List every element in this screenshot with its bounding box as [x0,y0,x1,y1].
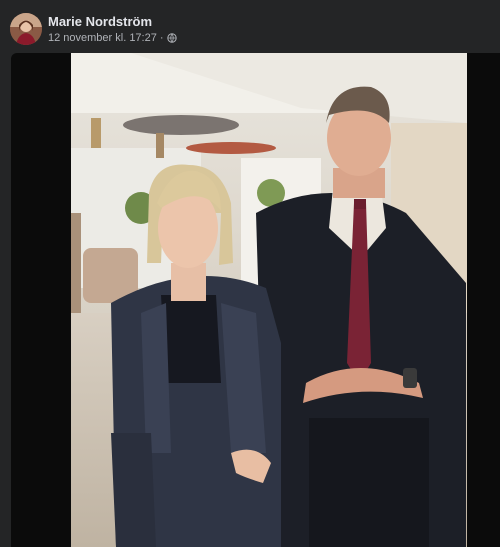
post-photo-container[interactable] [11,53,500,547]
post-timestamp[interactable]: 12 november kl. 17:27 [48,32,157,44]
globe-icon[interactable] [166,33,177,43]
photo-image [71,53,467,547]
avatar-image [10,13,42,45]
author-avatar[interactable] [10,13,42,45]
post-header: Marie Nordström 12 november kl. 17:27 · [0,0,500,52]
post-photo[interactable] [71,53,467,547]
facebook-post: Marie Nordström 12 november kl. 17:27 · [0,0,500,547]
post-meta: 12 november kl. 17:27 · [48,32,177,44]
author-name[interactable]: Marie Nordström [48,14,152,29]
meta-separator: · [159,32,164,44]
